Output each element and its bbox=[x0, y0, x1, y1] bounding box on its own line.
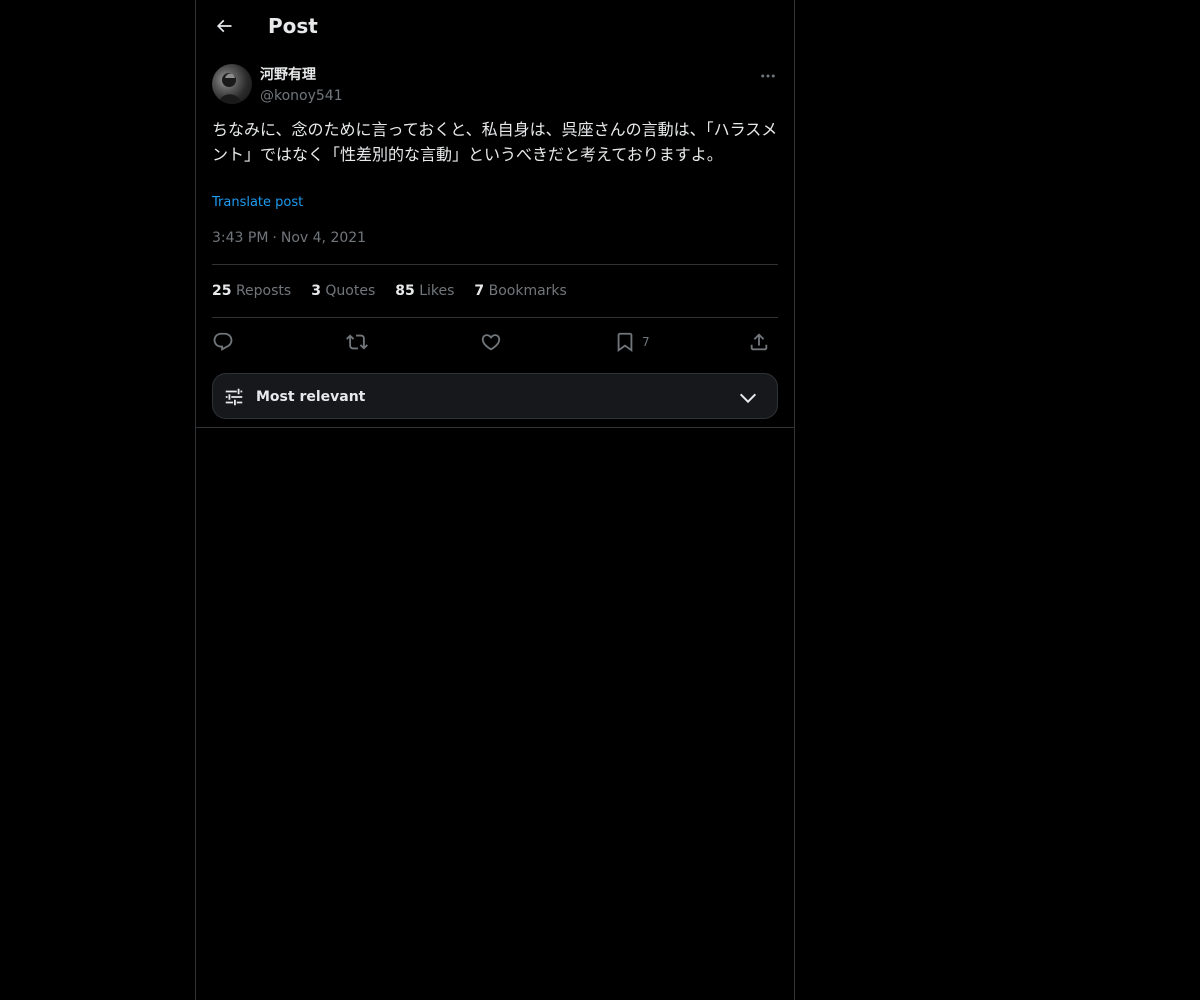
likes-stat[interactable]: 85 Likes bbox=[395, 281, 454, 301]
post-date: Nov 4, 2021 bbox=[280, 230, 367, 246]
main-column: Post 河野有理 @konoy541 ちなみに、念のために言っておくと、私自身… bbox=[195, 0, 795, 1000]
share-button[interactable] bbox=[748, 326, 770, 358]
quotes-count: 3 bbox=[311, 283, 321, 299]
more-options-button[interactable] bbox=[754, 62, 782, 90]
post-stats: 25 Reposts 3 Quotes 85 Likes 7 Bookmarks bbox=[212, 281, 567, 301]
author-display-name[interactable]: 河野有理 bbox=[260, 65, 316, 85]
bookmarks-stat[interactable]: 7 Bookmarks bbox=[474, 281, 566, 301]
page-title: Post bbox=[268, 14, 318, 38]
bookmarks-label: Bookmarks bbox=[488, 283, 567, 299]
avatar-image bbox=[218, 73, 242, 104]
arrow-left-icon bbox=[216, 19, 232, 33]
quotes-label: Quotes bbox=[325, 283, 376, 299]
post-time: 3:43 PM bbox=[212, 230, 269, 246]
section-divider bbox=[196, 427, 794, 428]
quotes-stat[interactable]: 3 Quotes bbox=[311, 281, 375, 301]
meta-separator: · bbox=[272, 230, 277, 246]
divider bbox=[212, 264, 778, 265]
reply-icon bbox=[213, 332, 233, 351]
bookmarks-count: 7 bbox=[474, 283, 485, 299]
likes-count: 85 bbox=[395, 283, 415, 299]
repost-button[interactable] bbox=[346, 326, 368, 358]
bookmark-icon bbox=[617, 332, 633, 353]
reposts-count: 25 bbox=[212, 283, 232, 299]
post-text: ちなみに、念のために言っておくと、私自身は、呉座さんの言動は、「ハラスメント」で… bbox=[212, 120, 778, 164]
divider bbox=[212, 317, 778, 318]
post-timestamp[interactable]: 3:43 PM · Nov 4, 2021 bbox=[212, 228, 366, 248]
bookmark-button[interactable]: 7 bbox=[614, 326, 650, 358]
reposts-stat[interactable]: 25 Reposts bbox=[212, 281, 291, 301]
author-handle[interactable]: @konoy541 bbox=[260, 86, 343, 106]
likes-label: Likes bbox=[419, 283, 455, 299]
more-horizontal-icon bbox=[761, 74, 775, 78]
like-button[interactable] bbox=[480, 326, 502, 358]
avatar[interactable] bbox=[212, 64, 252, 104]
bookmark-count: 7 bbox=[642, 335, 650, 349]
share-icon bbox=[750, 333, 768, 351]
translate-post-link[interactable]: Translate post bbox=[212, 194, 303, 212]
reply-sort-dropdown[interactable]: Most relevant bbox=[212, 373, 778, 419]
sort-label: Most relevant bbox=[256, 389, 366, 405]
back-button[interactable] bbox=[208, 10, 240, 42]
chevron-down-icon bbox=[739, 393, 757, 404]
reply-button[interactable] bbox=[212, 326, 234, 358]
sliders-icon bbox=[225, 388, 243, 406]
reposts-label: Reposts bbox=[235, 283, 292, 299]
action-bar: 7 bbox=[212, 326, 778, 358]
heart-icon bbox=[481, 334, 501, 351]
page-header: Post bbox=[196, 0, 794, 54]
repost-icon bbox=[346, 334, 368, 350]
